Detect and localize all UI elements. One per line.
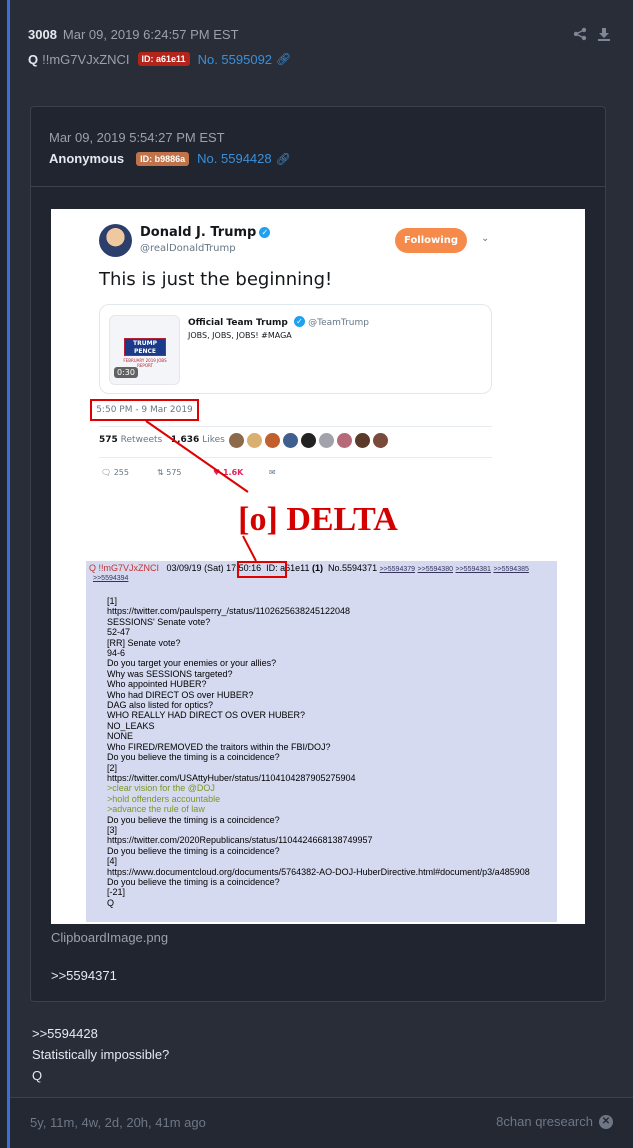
drop-line: >clear vision for the @DOJ bbox=[107, 783, 215, 794]
close-icon[interactable]: ✕ bbox=[599, 1114, 613, 1129]
drop-line: Do you target your enemies or your allie… bbox=[107, 658, 277, 669]
post-header: 3008 Mar 09, 2019 6:24:57 PM EST Q !!mG7V… bbox=[28, 27, 291, 69]
share-icon[interactable] bbox=[573, 27, 587, 41]
post-age: 5y, 11m, 4w, 2d, 20h, 41m ago bbox=[30, 1115, 206, 1130]
drop-line: [1] bbox=[107, 596, 118, 606]
drop-line: [-21] bbox=[107, 887, 126, 898]
drop-line: Do you believe the timing is a coinciden… bbox=[107, 876, 280, 887]
drop-line: Who had DIRECT OS over HUBER? bbox=[107, 689, 254, 700]
post-id-badge[interactable]: ID: a61e11 bbox=[137, 52, 190, 66]
drop-line: [RR] Senate vote? bbox=[107, 637, 181, 648]
drop-line: [2] bbox=[107, 762, 118, 773]
quoted-author: Anonymous bbox=[49, 151, 125, 166]
drop-line: 94-6 bbox=[107, 648, 126, 659]
drop-line: Q bbox=[107, 897, 115, 908]
drop-line: WHO REALLY HAD DIRECT OS OVER HUBER? bbox=[107, 710, 306, 721]
download-icon[interactable] bbox=[597, 27, 611, 41]
post-actions bbox=[573, 27, 611, 41]
drop-line: Why was SESSIONS targeted? bbox=[107, 668, 233, 679]
image-filename[interactable]: ClipboardImage.png bbox=[51, 930, 168, 945]
drop-line: Do you believe the timing is a coinciden… bbox=[107, 814, 280, 825]
link-icon[interactable]: 🔗︎ bbox=[276, 52, 291, 66]
post-author: Q bbox=[28, 51, 39, 67]
post-footer: 5y, 11m, 4w, 2d, 20h, 41m ago 8chan qres… bbox=[10, 1097, 633, 1148]
post-date: Mar 09, 2019 6:24:57 PM EST bbox=[62, 27, 239, 42]
reply-link: >>5594381 bbox=[455, 566, 491, 573]
quoted-post: Mar 09, 2019 5:54:27 PM EST Anonymous ID… bbox=[30, 106, 606, 1002]
quoted-number-link[interactable]: No. 5594428 bbox=[197, 151, 271, 166]
reply-link: >>5594385 bbox=[493, 566, 529, 573]
signature: Q bbox=[32, 1068, 43, 1083]
drop-line: https://twitter.com/2020Republicans/stat… bbox=[107, 835, 373, 846]
drop-line: 52-47 bbox=[107, 627, 131, 638]
drop-line: SESSIONS' Senate vote? bbox=[107, 616, 211, 627]
reply-link: >>5594379 bbox=[379, 566, 416, 573]
reply-reference-link[interactable]: >>5594428 bbox=[32, 1023, 169, 1044]
quoted-id-badge[interactable]: ID: b9886a bbox=[136, 151, 190, 166]
drop-line: https://twitter.com/USAttyHuber/status/1… bbox=[107, 772, 356, 783]
drop-number: No.5594371 bbox=[328, 563, 378, 573]
post-number-link[interactable]: No. 5595092 bbox=[198, 52, 272, 67]
drop-count: (1) bbox=[312, 563, 324, 573]
drop-line: NONE bbox=[107, 731, 134, 742]
q-drop-screenshot: Q !!mG7VJxZNCI 03/09/19 (Sat) 17:50:16 I… bbox=[86, 561, 557, 922]
drop-line: https://twitter.com/paulsperry_/status/1… bbox=[107, 606, 350, 617]
post-card: 3008 Mar 09, 2019 6:24:57 PM EST Q !!mG7V… bbox=[7, 0, 633, 1148]
quoted-date: Mar 09, 2019 5:54:27 PM EST bbox=[49, 130, 225, 145]
source-label[interactable]: 8chan qresearch bbox=[496, 1114, 593, 1129]
drop-body: [1] https://twitter.com/paulsperry_/statu… bbox=[107, 596, 530, 908]
drop-line: NO_LEAKS bbox=[107, 720, 155, 731]
drop-line: >hold offenders accountable bbox=[107, 793, 221, 804]
drop-author: Q !!mG7VJxZNCI bbox=[89, 563, 160, 573]
drop-line: [4] bbox=[107, 856, 118, 867]
drop-line: DAG also listed for optics? bbox=[107, 700, 214, 711]
link-icon[interactable]: 🔗︎ bbox=[276, 152, 291, 166]
post-number: 3008 bbox=[28, 27, 57, 42]
reply-link: >>5594380 bbox=[417, 566, 453, 573]
drop-line: Who FIRED/REMOVED the traitors within th… bbox=[107, 741, 331, 752]
drop-line: [3] bbox=[107, 824, 118, 835]
drop-line: https://www.documentcloud.org/documents/… bbox=[107, 866, 530, 877]
body-line: Statistically impossible? bbox=[32, 1047, 170, 1062]
post-tripcode: !!mG7VJxZNCI bbox=[42, 51, 130, 67]
quoted-reference-link[interactable]: >>5594371 bbox=[51, 968, 117, 983]
delta-label: [o] DELTA bbox=[238, 501, 398, 538]
post-body: >>5594428 Statistically impossible? Q bbox=[32, 1023, 169, 1086]
attached-image[interactable]: Donald J. Trump ✓ @realDonaldTrump Follow… bbox=[51, 209, 585, 924]
drop-line: >advance the rule of law bbox=[107, 804, 205, 815]
drop-line: Do you believe the timing is a coinciden… bbox=[107, 752, 280, 763]
timestamp-highlight bbox=[237, 561, 287, 578]
drop-line: Who appointed HUBER? bbox=[107, 679, 207, 690]
drop-line: Do you believe the timing is a coinciden… bbox=[107, 845, 280, 856]
divider bbox=[31, 186, 605, 187]
reply-link: >>5594394 bbox=[93, 575, 129, 582]
